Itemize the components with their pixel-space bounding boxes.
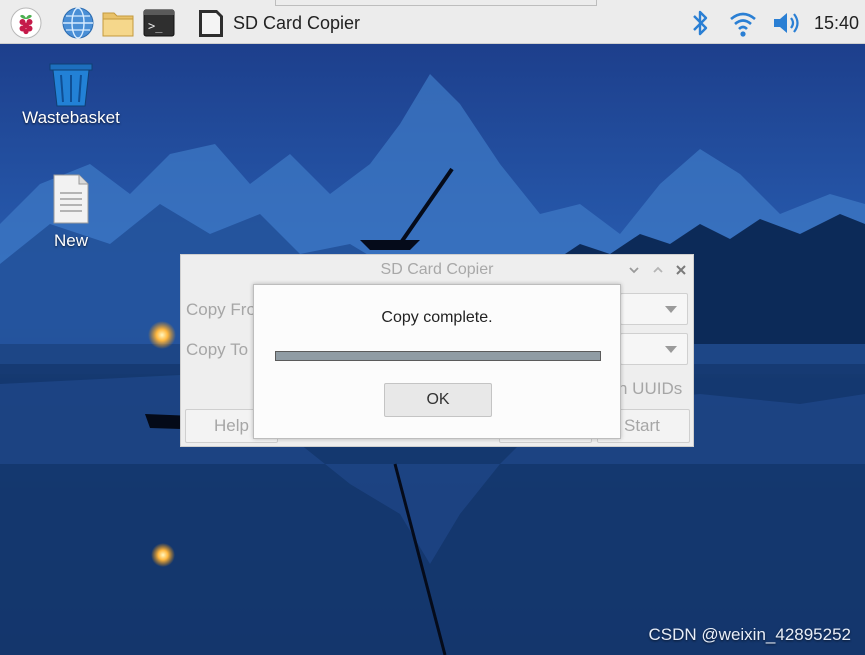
start-button-label: Start — [624, 416, 660, 435]
bluetooth-icon[interactable] — [684, 7, 716, 39]
progress-bar — [275, 351, 601, 361]
window-title: SD Card Copier — [380, 261, 494, 278]
desktop-icon-new[interactable]: New — [21, 173, 121, 251]
help-button-label: Help — [214, 416, 249, 435]
window-titlebar[interactable]: SD Card Copier — [181, 255, 693, 285]
wifi-icon[interactable] — [727, 7, 759, 39]
progress-bar-fill — [276, 352, 600, 360]
close-icon[interactable] — [673, 262, 689, 278]
taskbar: >_ SD Card Copier 15:40 — [0, 0, 865, 44]
terminal-icon[interactable]: >_ — [143, 7, 175, 39]
maximize-icon[interactable] — [650, 262, 666, 278]
ok-button-label: OK — [426, 391, 450, 408]
watermark: CSDN @weixin_42895252 — [648, 625, 851, 644]
desktop-icon-wastebasket[interactable]: Wastebasket — [21, 60, 121, 128]
taskbar-window-strip — [275, 0, 597, 6]
chevron-down-icon — [665, 346, 677, 353]
taskbar-app-title[interactable]: SD Card Copier — [233, 13, 360, 34]
web-browser-icon[interactable] — [62, 7, 94, 39]
sd-card-icon[interactable] — [195, 7, 227, 39]
document-icon — [53, 174, 89, 224]
dialog-message: Copy complete. — [381, 309, 493, 326]
desktop-icon-label: Wastebasket — [22, 108, 120, 127]
desktop-icon-label: New — [53, 231, 88, 250]
screen: >_ SD Card Copier 15:40 Wastebasket New … — [0, 0, 865, 655]
clock[interactable]: 15:40 — [814, 13, 859, 34]
copy-complete-dialog: Copy complete. OK — [253, 284, 621, 439]
chevron-down-icon — [665, 306, 677, 313]
copy-from-dropdown[interactable] — [620, 293, 688, 325]
minimize-icon[interactable] — [626, 262, 642, 278]
copy-from-label: Copy Fro — [186, 300, 256, 319]
copy-to-dropdown[interactable] — [620, 333, 688, 365]
raspberry-menu-icon[interactable] — [10, 7, 42, 39]
file-manager-icon[interactable] — [102, 7, 134, 39]
copy-to-label: Copy To — [186, 340, 249, 359]
ok-button[interactable]: OK — [384, 383, 492, 417]
new-partition-uuids-label[interactable]: n UUIDs — [618, 379, 682, 399]
wastebasket-icon — [49, 63, 93, 107]
terminal-glyph: >_ — [148, 19, 163, 33]
volume-icon[interactable] — [770, 7, 802, 39]
